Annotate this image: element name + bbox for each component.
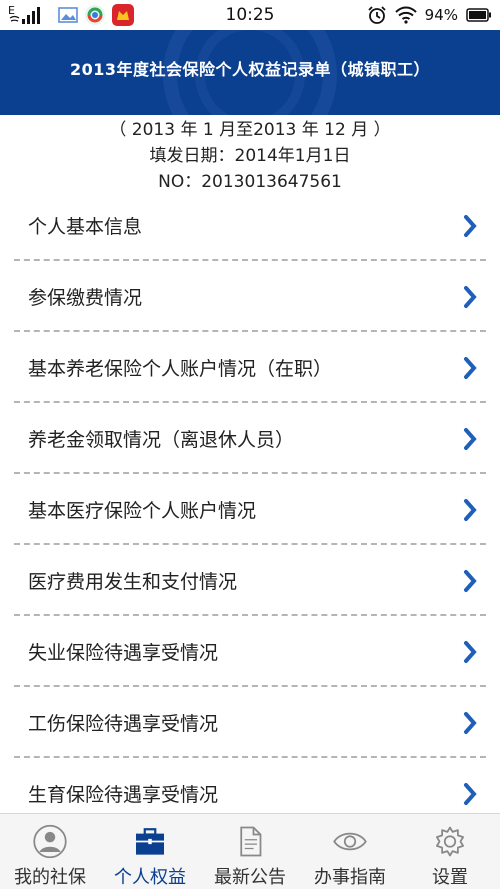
nav-label: 办事指南 xyxy=(314,867,386,888)
menu-item-label: 养老金领取情况（离退休人员） xyxy=(28,429,295,451)
nav-label: 我的社保 xyxy=(14,867,86,888)
nav-my-social-security[interactable]: 我的社保 xyxy=(0,814,100,889)
battery-percent: 94% xyxy=(424,6,458,24)
menu-item-pension-receipt[interactable]: 养老金领取情况（离退休人员） xyxy=(14,403,486,474)
nav-label: 最新公告 xyxy=(214,867,286,888)
menu-item-label: 失业保险待遇享受情况 xyxy=(28,642,219,664)
record-period: （ 2013 年 1 月至2013 年 12 月 ） xyxy=(109,120,391,140)
menu-item-unemployment[interactable]: 失业保险待遇享受情况 xyxy=(14,616,486,687)
page-title: 2013年度社会保险个人权益记录单（城镇职工） xyxy=(69,60,431,79)
menu-item-label: 工伤保险待遇享受情况 xyxy=(28,713,219,735)
alarm-icon xyxy=(368,6,386,24)
chevron-right-icon xyxy=(464,215,477,237)
nav-settings[interactable]: 设置 xyxy=(400,814,500,889)
nav-announcements[interactable]: 最新公告 xyxy=(200,814,300,889)
bottom-nav: 我的社保 个人权益 最新公告 办事指南 设置 xyxy=(0,813,500,889)
menu-item-basic-info[interactable]: 个人基本信息 xyxy=(14,190,486,261)
user-icon xyxy=(33,824,67,859)
nav-label: 个人权益 xyxy=(114,867,186,888)
nav-service-guide[interactable]: 办事指南 xyxy=(300,814,400,889)
rights-menu-list: 个人基本信息 参保缴费情况 基本养老保险个人账户情况（在职） 养老金领取情况（离… xyxy=(0,190,500,829)
menu-item-label: 生育保险待遇享受情况 xyxy=(28,784,219,806)
menu-item-label: 医疗费用发生和支付情况 xyxy=(28,571,238,593)
chevron-right-icon xyxy=(464,499,477,521)
chevron-right-icon xyxy=(464,570,477,592)
document-icon xyxy=(240,826,262,857)
menu-item-pension-account[interactable]: 基本养老保险个人账户情况（在职） xyxy=(14,332,486,403)
battery-icon xyxy=(466,8,491,22)
status-bar: E 10:25 94% xyxy=(0,0,500,30)
chevron-right-icon xyxy=(464,357,477,379)
chevron-right-icon xyxy=(464,641,477,663)
menu-item-medical-expenses[interactable]: 医疗费用发生和支付情况 xyxy=(14,545,486,616)
menu-item-medical-account[interactable]: 基本医疗保险个人账户情况 xyxy=(14,474,486,545)
issue-date: 填发日期：2014年1月1日 xyxy=(149,146,351,166)
menu-item-work-injury[interactable]: 工伤保险待遇享受情况 xyxy=(14,687,486,758)
chevron-right-icon xyxy=(464,428,477,450)
status-right: 94% xyxy=(367,3,492,27)
nav-label: 设置 xyxy=(432,867,468,888)
record-info: （ 2013 年 1 月至2013 年 12 月 ） 填发日期：2014年1月1… xyxy=(0,117,500,195)
gear-icon xyxy=(436,826,464,857)
chevron-right-icon xyxy=(464,286,477,308)
chevron-right-icon xyxy=(464,783,477,805)
menu-item-contributions[interactable]: 参保缴费情况 xyxy=(14,261,486,332)
nav-personal-rights[interactable]: 个人权益 xyxy=(100,814,200,889)
chevron-right-icon xyxy=(464,712,477,734)
menu-item-label: 参保缴费情况 xyxy=(28,287,143,309)
page-header: 2013年度社会保险个人权益记录单（城镇职工） xyxy=(0,30,500,115)
eye-icon xyxy=(333,832,367,851)
menu-item-label: 基本养老保险个人账户情况（在职） xyxy=(28,358,333,380)
wifi-icon xyxy=(394,6,417,24)
briefcase-icon xyxy=(136,828,164,855)
menu-item-label: 个人基本信息 xyxy=(28,216,143,238)
menu-item-label: 基本医疗保险个人账户情况 xyxy=(28,500,257,522)
